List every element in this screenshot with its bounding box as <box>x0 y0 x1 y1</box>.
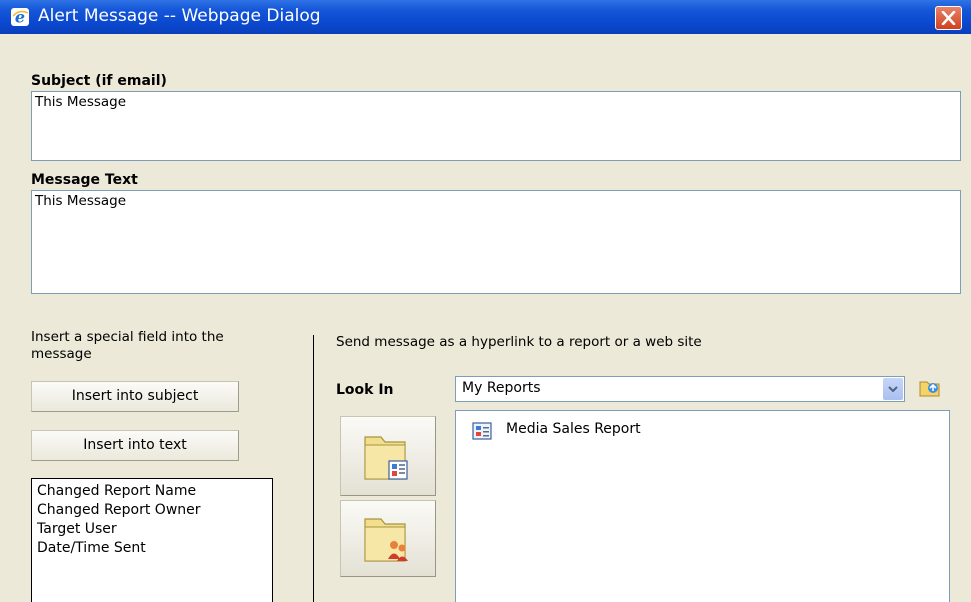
hyperlink-instruction: Send message as a hyperlink to a report … <box>336 334 702 350</box>
close-button[interactable] <box>935 6 962 30</box>
special-field-list[interactable]: Changed Report Name Changed Report Owner… <box>31 478 273 602</box>
alert-message-dialog: e Alert Message -- Webpage Dialog Subjec… <box>0 0 971 602</box>
folder-up-icon[interactable] <box>918 376 942 400</box>
message-text-input[interactable]: This Message <box>31 190 961 294</box>
look-in-select[interactable]: My Reports <box>455 376 905 402</box>
ie-icon: e <box>11 8 29 27</box>
special-field-instruction: Insert a special field into the message <box>31 329 224 362</box>
report-folder-icon <box>364 436 408 480</box>
list-item[interactable]: Date/Time Sent <box>37 539 267 558</box>
message-text-label: Message Text <box>31 172 138 188</box>
svg-text:e: e <box>15 8 25 27</box>
report-name: Media Sales Report <box>506 421 641 437</box>
title-bar[interactable]: e Alert Message -- Webpage Dialog <box>0 0 971 34</box>
list-item[interactable]: Changed Report Owner <box>37 501 267 520</box>
close-icon <box>941 11 956 25</box>
look-in-label: Look In <box>336 382 394 398</box>
list-item[interactable]: Target User <box>37 520 267 539</box>
report-file-list[interactable]: Media Sales Report <box>455 410 950 602</box>
window-title: Alert Message -- Webpage Dialog <box>38 6 321 26</box>
subject-label: Subject (if email) <box>31 73 167 89</box>
dropdown-button[interactable] <box>883 378 903 400</box>
insert-into-subject-button[interactable]: Insert into subject <box>31 381 239 412</box>
users-folder-icon <box>364 518 408 562</box>
subject-input[interactable]: This Message <box>31 91 961 161</box>
my-reports-folder-button[interactable] <box>340 416 436 496</box>
insert-into-text-button[interactable]: Insert into text <box>31 430 239 461</box>
list-item[interactable]: Changed Report Name <box>37 482 267 501</box>
shared-reports-folder-button[interactable] <box>340 500 436 577</box>
report-icon <box>472 422 492 440</box>
section-divider <box>313 335 314 602</box>
chevron-down-icon <box>888 386 898 393</box>
look-in-value: My Reports <box>462 380 541 396</box>
